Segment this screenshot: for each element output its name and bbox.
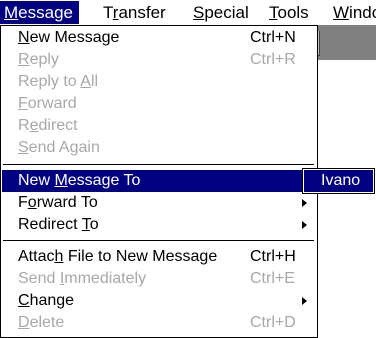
menu-item-label: Change xyxy=(18,292,75,309)
menu-item-forward-to[interactable]: Forward To xyxy=(2,192,315,214)
menu-item-delete[interactable]: Delete Ctrl+D xyxy=(2,312,315,334)
menu-message[interactable]: Message xyxy=(0,1,79,24)
menu-label-rest: ansfer xyxy=(118,3,166,22)
menu-item-send-immediately[interactable]: Send Immediately Ctrl+E xyxy=(2,268,315,290)
menu-item-attach-file[interactable]: Attach File to New Message Ctrl+H xyxy=(2,246,315,268)
submenu-item-label: Ivano xyxy=(321,172,361,189)
menu-separator xyxy=(3,240,314,241)
menu-item-label: Forward xyxy=(18,95,77,112)
menu-item-forward[interactable]: Forward xyxy=(2,93,315,115)
menu-item-label: Redirect xyxy=(18,117,78,134)
submenu-arrow-icon xyxy=(302,297,307,305)
new-message-to-submenu: Ivano xyxy=(302,168,375,194)
menu-mnemonic: S xyxy=(193,3,205,22)
menu-window[interactable]: Windo xyxy=(333,1,376,24)
menu-mnemonic: W xyxy=(333,3,350,22)
menu-item-change[interactable]: Change xyxy=(2,290,315,312)
submenu-arrow-icon xyxy=(302,199,307,207)
menu-special[interactable]: Special xyxy=(193,1,249,24)
menu-item-label: New Message To xyxy=(18,172,141,189)
menu-item-send-again[interactable]: Send Again xyxy=(2,137,315,159)
submenu-arrow-icon xyxy=(302,221,307,229)
menu-bar: Message Transfer Special Tools Windo xyxy=(0,0,376,25)
menu-item-label: Delete xyxy=(18,314,65,331)
menu-item-label: Send Immediately xyxy=(18,270,147,287)
menu-mnemonic: M xyxy=(4,3,19,22)
menu-tools[interactable]: Tools xyxy=(269,1,309,24)
menu-item-redirect-to[interactable]: Redirect To xyxy=(2,214,315,236)
submenu-item-ivano[interactable]: Ivano xyxy=(304,170,373,192)
menu-item-label: Redirect To xyxy=(18,216,99,233)
menu-label-rest: ools xyxy=(277,3,309,22)
menu-item-shortcut: Ctrl+D xyxy=(250,314,296,331)
menu-transfer[interactable]: Transfer xyxy=(103,1,166,24)
menu-item-shortcut: Ctrl+E xyxy=(250,270,295,287)
menu-item-redirect[interactable]: Redirect xyxy=(2,115,315,137)
menu-item-label: Reply to All xyxy=(18,73,99,90)
menu-mnemonic: T xyxy=(269,3,278,22)
menu-label-rest: pecial xyxy=(204,3,249,22)
menu-label-rest: essage xyxy=(18,3,73,22)
menu-item-label: Send Again xyxy=(18,139,100,156)
menu-item-label: Attach File to New Message xyxy=(18,248,218,265)
menu-label-prefix: T xyxy=(103,3,113,22)
menu-item-label: Reply xyxy=(18,51,59,68)
menu-item-shortcut: Ctrl+R xyxy=(250,51,296,68)
menu-item-reply-to-all[interactable]: Reply to All xyxy=(2,71,315,93)
menu-item-shortcut: Ctrl+H xyxy=(250,248,296,265)
menu-item-new-message[interactable]: New Message Ctrl+N xyxy=(2,27,315,49)
message-menu-dropdown: New Message Ctrl+N Reply Ctrl+R Reply to… xyxy=(0,25,318,338)
menu-item-reply[interactable]: Reply Ctrl+R xyxy=(2,49,315,71)
menu-item-shortcut: Ctrl+N xyxy=(250,29,296,46)
menu-label-rest: indo xyxy=(349,3,376,22)
menu-item-new-message-to[interactable]: New Message To xyxy=(2,170,315,192)
menu-item-label: Forward To xyxy=(18,194,98,211)
menu-separator xyxy=(3,164,314,165)
menu-item-label: New Message xyxy=(18,29,120,46)
